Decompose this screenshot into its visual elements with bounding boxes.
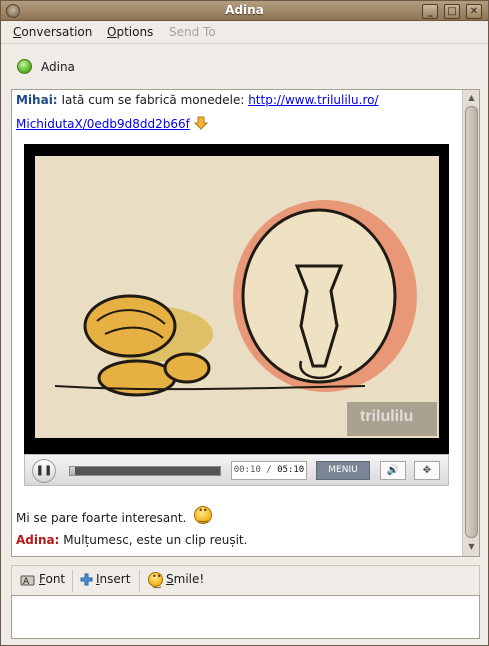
message-link-cont[interactable]: MichidutaX/0edb9d8dd2b66f — [16, 117, 190, 131]
video-watermark: trilulilu — [360, 408, 414, 425]
message-mihai-cont: MichidutaX/0edb9d8dd2b66f — [16, 116, 208, 131]
format-toolbar: A Font Insert Smile! — [11, 565, 480, 595]
seek-bar[interactable] — [69, 466, 221, 476]
time-display: 00:10 / 05:10 — [231, 461, 307, 480]
volume-icon[interactable]: 🔊 — [380, 461, 406, 480]
seek-fill — [70, 467, 75, 475]
time-total: 05:10 — [277, 465, 305, 475]
message-text: Iată cum se fabrică monedele: — [61, 93, 249, 107]
scrollbar[interactable]: ▲ ▼ — [462, 90, 479, 556]
chat-window: Adina _ □ ✕ Conversation Options Send To… — [0, 0, 489, 646]
scroll-thumb[interactable] — [465, 106, 478, 538]
video-player[interactable]: trilulilu — [24, 144, 449, 485]
contact-name: Adina — [41, 60, 75, 74]
nick-adina: Adina: — [16, 533, 60, 547]
svg-text:A: A — [23, 577, 30, 587]
titlebar: Adina _ □ ✕ — [1, 1, 488, 21]
font-icon: A — [20, 575, 35, 587]
smile-button[interactable]: Smile! — [148, 572, 204, 589]
maximize-button[interactable]: □ — [444, 4, 460, 19]
menubar: Conversation Options Send To — [1, 21, 488, 44]
video-frame[interactable]: trilulilu — [35, 156, 439, 438]
toolbar-separator — [72, 570, 73, 592]
nick-mihai: Mihai: — [16, 93, 58, 107]
smiley-icon — [148, 572, 163, 589]
smiley-icon — [194, 505, 213, 524]
font-button[interactable]: A Font — [20, 572, 65, 587]
toolbar-separator — [139, 570, 140, 592]
insert-button[interactable]: Insert — [80, 572, 130, 586]
video-controls: ❚❚ 00:10 / 05:10 MENIU 🔊 ✥ — [24, 454, 449, 486]
plus-icon — [80, 573, 93, 586]
close-button[interactable]: ✕ — [466, 4, 482, 19]
message-link[interactable]: http://www.trilulilu.ro/ — [248, 93, 378, 107]
menu-send-to[interactable]: Send To — [169, 25, 216, 39]
message-mihai: Mihai: Iată cum se fabrică monedele: htt… — [16, 93, 379, 107]
message-adina: Adina: Mulțumesc, este un clip reușit. — [16, 533, 247, 547]
fullscreen-icon[interactable]: ✥ — [414, 461, 440, 480]
menu-options[interactable]: Options — [107, 25, 153, 39]
message-own: Mi se pare foarte interesant. — [16, 505, 213, 525]
scroll-down-icon[interactable]: ▼ — [464, 540, 479, 554]
scroll-up-icon[interactable]: ▲ — [464, 91, 479, 105]
message-text: Mi se pare foarte interesant. — [16, 511, 187, 525]
arrow-down-icon[interactable] — [193, 116, 208, 130]
message-input[interactable] — [11, 595, 480, 639]
green-dot-icon — [17, 59, 32, 74]
menu-conversation[interactable]: Conversation — [13, 25, 92, 39]
time-current: 00:10 — [233, 465, 261, 475]
meniu-button[interactable]: MENIU — [316, 461, 370, 480]
contact-header: Adina — [1, 45, 488, 87]
conversation-area[interactable]: Mihai: Iată cum se fabrică monedele: htt… — [11, 89, 480, 557]
minimize-button[interactable]: _ — [422, 4, 438, 19]
message-text: Mulțumesc, este un clip reușit. — [63, 533, 248, 547]
pause-button[interactable]: ❚❚ — [32, 459, 56, 483]
window-title: Adina — [225, 3, 264, 17]
video-image — [35, 156, 439, 438]
